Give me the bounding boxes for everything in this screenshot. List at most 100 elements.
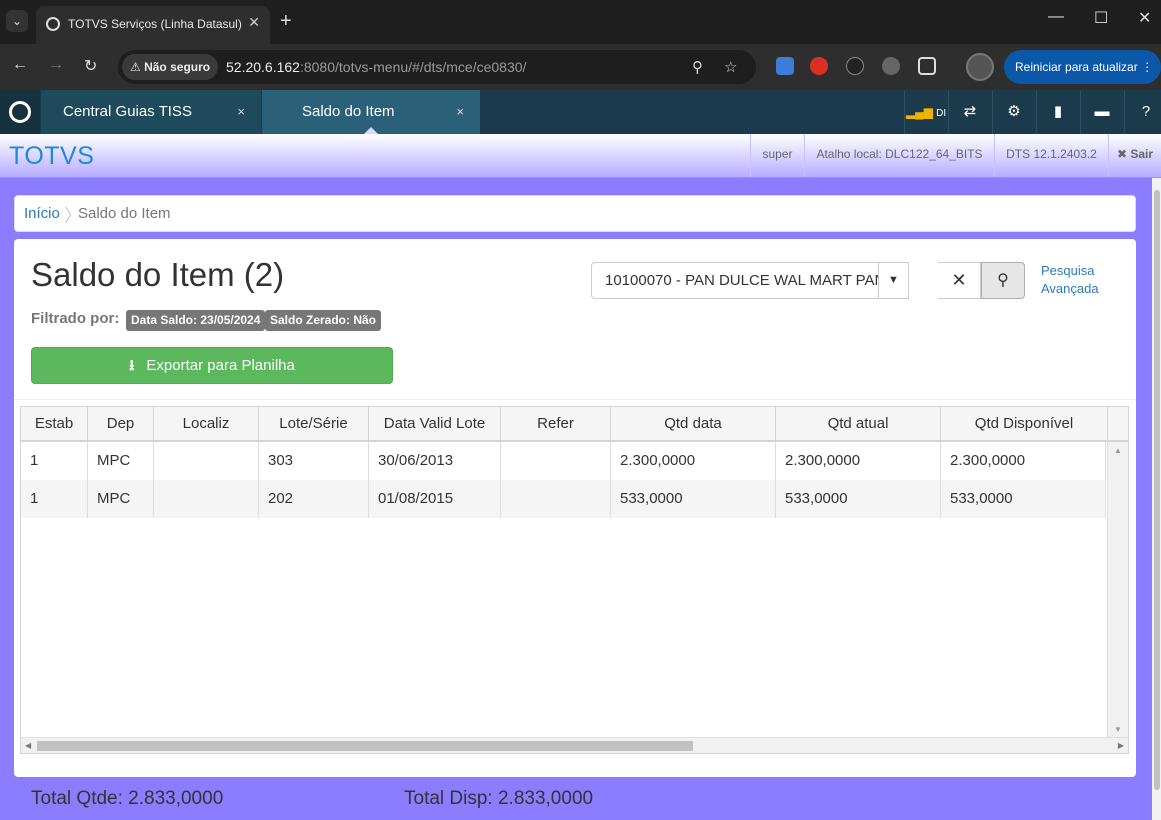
cell-qtd-data: 533,0000 <box>611 480 776 518</box>
scroll-thumb[interactable] <box>37 741 693 751</box>
column-header-qtd-data[interactable]: Qtd data <box>611 407 776 442</box>
brand-name: TOTVS <box>9 142 95 170</box>
cell-qtd-data: 2.300,0000 <box>611 442 776 480</box>
profile-avatar[interactable] <box>966 53 994 81</box>
signal-icon[interactable]: ▂▄▆ DI <box>904 90 947 134</box>
gear-icon[interactable]: ⚙ <box>992 90 1035 134</box>
chat-icon[interactable]: ▬ <box>1080 90 1123 134</box>
cell-qtd-disponivel: 533,0000 <box>941 480 1106 518</box>
help-icon[interactable]: ? <box>1124 90 1161 134</box>
export-spreadsheet-button[interactable]: ⭳ Exportar para Planilha <box>31 347 393 384</box>
extensions-puzzle-icon[interactable] <box>918 57 936 75</box>
tab-search-button[interactable]: ⌄ <box>6 10 28 32</box>
cell-data-valid: 01/08/2015 <box>369 480 501 518</box>
cell-qtd-atual: 2.300,0000 <box>776 442 941 480</box>
cell-refer <box>501 480 611 518</box>
address-bar[interactable]: ⚠ Não seguro 52.20.6.162:8080/totvs-menu… <box>118 50 756 84</box>
cell-localiz <box>154 480 259 518</box>
main-panel: Saldo do Item (2) Filtrado por: Data Sal… <box>14 239 1136 777</box>
close-window-icon[interactable]: ✕ <box>1138 8 1151 28</box>
zoom-icon[interactable]: ⚲ <box>692 58 703 76</box>
export-label: Exportar para Planilha <box>146 357 295 374</box>
totvs-favicon-icon <box>46 17 60 31</box>
breadcrumb-home-link[interactable]: Início <box>24 205 60 222</box>
page-scrollbar[interactable] <box>1152 178 1161 820</box>
browser-tabbar: ⌄ TOTVS Serviços (Linha Datasul) ✕ + — ☐… <box>0 0 1161 44</box>
forward-arrow-icon[interactable]: → <box>48 56 64 74</box>
balance-grid: Estab Dep Localiz Lote/Série Data Valid … <box>20 406 1129 754</box>
browser-tab-title: TOTVS Serviços (Linha Datasul) <box>68 17 242 31</box>
document-icon[interactable]: ▮ <box>1036 90 1079 134</box>
grid-horizontal-scrollbar[interactable]: ◀ ▶ <box>21 737 1128 753</box>
item-search-group: 10100070 - PAN DULCE WAL MART PANADERIA … <box>591 262 1025 299</box>
update-button[interactable]: Reiniciar para atualizar ⋮ <box>1004 50 1161 84</box>
page-title: Saldo do Item (2) <box>31 256 285 293</box>
security-label: Não seguro <box>144 60 211 74</box>
extension-stop-icon[interactable] <box>810 57 828 75</box>
back-arrow-icon[interactable]: ← <box>12 56 28 74</box>
extension-calendar-icon[interactable] <box>776 57 794 75</box>
minimize-window-icon[interactable]: — <box>1048 8 1064 26</box>
shuffle-icon[interactable]: ⇄ <box>948 90 991 134</box>
scroll-down-icon[interactable]: ▼ <box>1114 725 1122 734</box>
filter-label: Filtrado por: <box>31 310 120 327</box>
browser-tab-close-button[interactable]: ✕ <box>248 14 260 31</box>
table-row[interactable]: 1 MPC 202 01/08/2015 533,0000 533,0000 5… <box>21 480 1106 518</box>
url-host: 52.20.6.162 <box>226 59 300 75</box>
advanced-search-link[interactable]: Pesquisa Avançada <box>1041 262 1111 298</box>
browser-toolbar: ← → ↻ ⚠ Não seguro 52.20.6.162:8080/totv… <box>0 44 1161 90</box>
grid-vertical-scrollbar[interactable]: ▲ ▼ <box>1107 442 1128 738</box>
cell-qtd-atual: 533,0000 <box>776 480 941 518</box>
column-header-localiz[interactable]: Localiz <box>154 407 259 442</box>
table-row[interactable]: 1 MPC 303 30/06/2013 2.300,0000 2.300,00… <box>21 442 1106 480</box>
tab-label: Saldo do Item <box>302 103 395 120</box>
update-button-label: Reiniciar para atualizar <box>1015 60 1138 74</box>
cell-qtd-disponivel: 2.300,0000 <box>941 442 1106 480</box>
scroll-left-icon[interactable]: ◀ <box>25 741 31 750</box>
tab-close-icon[interactable]: × <box>237 90 245 134</box>
active-tab-caret <box>364 127 378 134</box>
search-button[interactable]: ⚲ <box>981 262 1025 299</box>
url-text[interactable]: 52.20.6.162:8080/totvs-menu/#/dts/mce/ce… <box>226 59 526 75</box>
column-header-qtd-disponivel[interactable]: Qtd Disponível <box>941 407 1108 442</box>
signal-label: DI <box>936 108 947 119</box>
page-scroll-thumb[interactable] <box>1154 190 1160 790</box>
security-chip[interactable]: ⚠ Não seguro <box>122 54 219 80</box>
chevron-down-icon[interactable]: ▼ <box>878 263 908 298</box>
divider <box>14 399 1136 400</box>
column-header-lote[interactable]: Lote/Série <box>259 407 369 442</box>
column-header-estab[interactable]: Estab <box>21 407 88 442</box>
new-tab-button[interactable]: + <box>280 10 292 32</box>
filter-badge-zero[interactable]: Saldo Zerado: Não <box>265 310 382 331</box>
column-header-data-valid[interactable]: Data Valid Lote <box>369 407 501 442</box>
total-disp: Total Disp: 2.833,0000 <box>404 788 594 809</box>
item-select-field[interactable]: 10100070 - PAN DULCE WAL MART PANADERIA … <box>591 262 909 299</box>
extension-link-icon[interactable] <box>882 57 900 75</box>
tab-close-icon[interactable]: × <box>456 90 464 134</box>
maximize-window-icon[interactable]: ☐ <box>1094 8 1108 28</box>
scroll-up-icon[interactable]: ▲ <box>1114 446 1122 455</box>
scroll-right-icon[interactable]: ▶ <box>1118 741 1124 750</box>
cell-localiz <box>154 442 259 480</box>
tab-saldo-do-item[interactable]: Saldo do Item × <box>262 90 480 134</box>
logout-button[interactable]: ✖ Sair <box>1108 134 1161 177</box>
clear-button[interactable]: ✕ <box>938 262 981 299</box>
tab-central-guias-tiss[interactable]: Central Guias TISS × <box>41 90 261 134</box>
search-icon: ⚲ <box>997 272 1009 289</box>
column-header-qtd-atual[interactable]: Qtd atual <box>776 407 941 442</box>
grid-header: Estab Dep Localiz Lote/Série Data Valid … <box>21 407 1128 442</box>
bookmark-star-icon[interactable]: ☆ <box>724 58 737 76</box>
browser-tab-active[interactable]: TOTVS Serviços (Linha Datasul) ✕ <box>36 6 270 44</box>
column-header-dep[interactable]: Dep <box>88 407 154 442</box>
filter-badge-date[interactable]: Data Saldo: 23/05/2024 <box>126 310 266 331</box>
cell-refer <box>501 442 611 480</box>
reload-icon[interactable]: ↻ <box>84 56 97 76</box>
extension-magnifier-icon[interactable] <box>846 57 864 75</box>
column-header-refer[interactable]: Refer <box>501 407 611 442</box>
url-path: :8080/totvs-menu/#/dts/mce/ce0830/ <box>299 59 527 75</box>
app-header: Central Guias TISS × Saldo do Item × ▂▄▆… <box>0 90 1161 134</box>
version-label: DTS 12.1.2403.2 <box>994 134 1108 177</box>
user-name[interactable]: super <box>750 134 804 177</box>
totvs-logo-icon[interactable] <box>0 90 40 134</box>
local-shortcut[interactable]: Atalho local: DLC122_64_BITS <box>804 134 994 177</box>
